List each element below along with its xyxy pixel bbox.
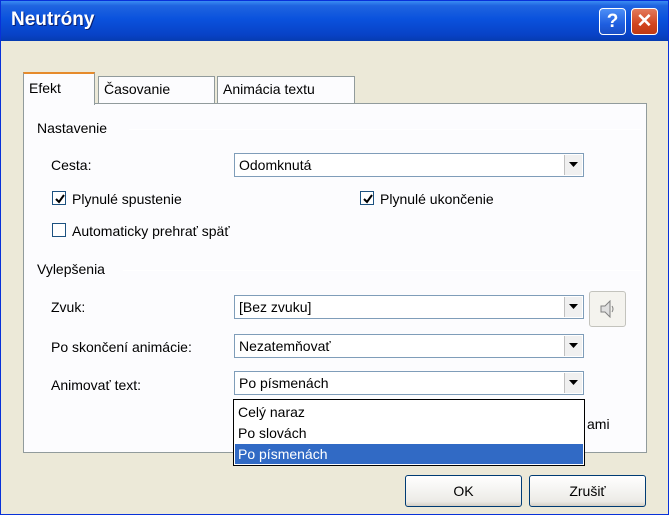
- dropdown-option-by-word[interactable]: Po slovách: [235, 423, 583, 443]
- smooth-start-label: Plynulé spustenie: [72, 191, 182, 207]
- close-button[interactable]: ✕: [631, 8, 658, 35]
- path-label: Cesta:: [51, 157, 92, 173]
- animate-text-combo[interactable]: Po písmenách: [234, 371, 584, 395]
- sound-dropdown-arrow-icon[interactable]: [564, 297, 582, 317]
- sound-combo-value: [Bez zvuku]: [239, 299, 312, 315]
- dialog-title: Neutróny: [11, 9, 95, 30]
- group-divider-enhancements: [123, 270, 641, 271]
- group-label-enhancements: Vylepšenia: [37, 261, 109, 277]
- smooth-start-checkbox[interactable]: [52, 191, 66, 205]
- group-divider-settings: [129, 129, 641, 130]
- title-bar[interactable]: Neutróny ? ✕: [1, 1, 668, 41]
- dialog-window: Neutróny ? ✕ Efekt Časovanie Animácia te…: [0, 0, 669, 515]
- after-animation-dropdown-arrow-icon[interactable]: [564, 336, 582, 356]
- ok-button[interactable]: OK: [405, 475, 522, 507]
- path-dropdown-arrow-icon[interactable]: [564, 155, 582, 175]
- sound-preview-button[interactable]: [589, 291, 626, 327]
- path-combo[interactable]: Odomknutá: [234, 153, 584, 177]
- group-label-settings: Nastavenie: [37, 120, 112, 136]
- help-icon: ?: [606, 11, 619, 32]
- close-icon: ✕: [636, 11, 653, 32]
- dropdown-option-whole[interactable]: Celý naraz: [235, 402, 583, 422]
- dropdown-option-by-letter[interactable]: Po písmenách: [235, 444, 583, 464]
- animate-text-dropdown-arrow-icon[interactable]: [564, 373, 582, 393]
- after-animation-combo[interactable]: Nezatemňovať: [234, 334, 584, 358]
- cancel-button[interactable]: Zrušiť: [529, 475, 646, 507]
- animate-text-dropdown-list[interactable]: Celý naraz Po slovách Po písmenách: [233, 399, 585, 466]
- sound-label: Zvuk:: [51, 299, 86, 315]
- speaker-icon: [600, 300, 614, 318]
- tab-casovanie[interactable]: Časovanie: [98, 76, 215, 103]
- help-button[interactable]: ?: [599, 8, 626, 35]
- smooth-end-checkbox[interactable]: [360, 191, 374, 205]
- partially-hidden-label: ami: [587, 416, 610, 432]
- tab-animacia-textu[interactable]: Animácia textu: [217, 76, 355, 103]
- animate-text-combo-value: Po písmenách: [239, 375, 329, 391]
- smooth-end-label: Plynulé ukončenie: [380, 191, 494, 207]
- auto-reverse-label: Automaticky prehrať späť: [72, 223, 230, 239]
- animate-text-label: Animovať text:: [51, 377, 142, 393]
- tab-efekt[interactable]: Efekt: [23, 72, 95, 105]
- auto-reverse-checkbox[interactable]: [52, 223, 66, 237]
- path-combo-value: Odomknutá: [239, 157, 312, 173]
- sound-combo[interactable]: [Bez zvuku]: [234, 295, 584, 319]
- after-animation-combo-value: Nezatemňovať: [239, 338, 331, 354]
- after-animation-label: Po skončení animácie:: [51, 339, 192, 355]
